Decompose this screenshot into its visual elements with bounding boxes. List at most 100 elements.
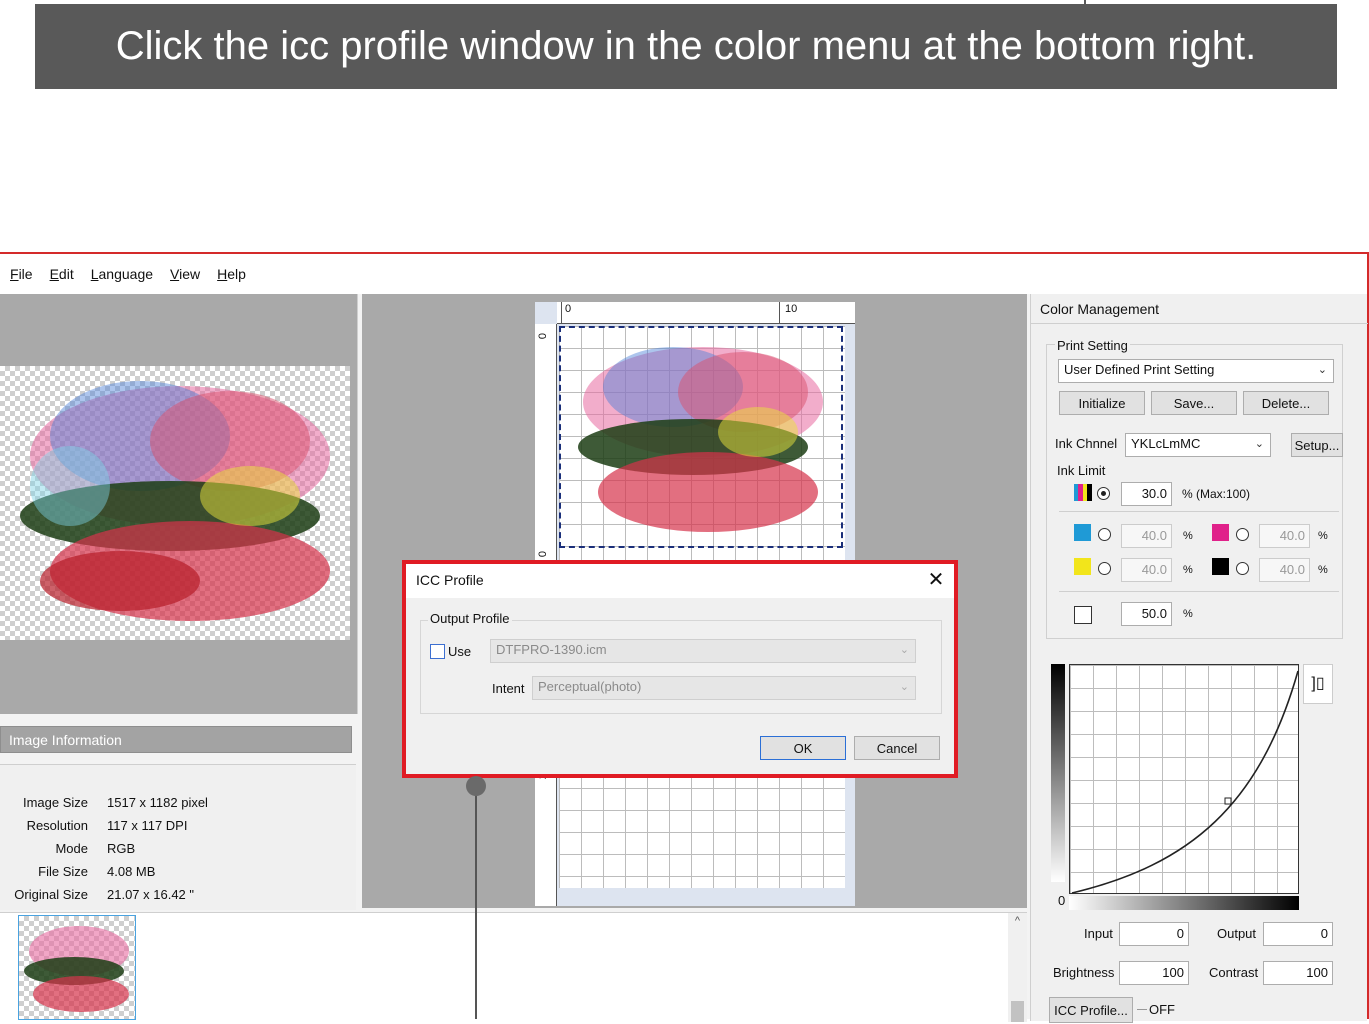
menu-bar: File Edit Language View Help xyxy=(0,254,1367,294)
use-label: Use xyxy=(448,644,472,659)
intent-value: Perceptual(photo) xyxy=(538,679,642,694)
output-profile-label: Output Profile xyxy=(428,611,512,626)
output-field[interactable]: 0 xyxy=(1263,922,1333,946)
divider xyxy=(1031,323,1368,324)
chevron-down-icon: ⌄ xyxy=(1254,438,1264,450)
cyan-swatch xyxy=(1074,524,1091,541)
ruler-label: 0 xyxy=(537,332,550,340)
info-label: Original Size xyxy=(14,887,88,902)
close-icon[interactable]: ✕ xyxy=(924,569,948,593)
color-management-panel: Color Management Print Setting User Defi… xyxy=(1030,294,1368,1023)
save-button[interactable]: Save... xyxy=(1151,391,1237,415)
initialize-button[interactable]: Initialize xyxy=(1059,391,1145,415)
divider xyxy=(1059,511,1339,512)
menu-file[interactable]: File xyxy=(10,266,33,282)
input-gradient xyxy=(1069,896,1299,910)
percent-label: % xyxy=(1183,564,1193,576)
percent-label: % xyxy=(1318,564,1328,576)
ink-total-unit: % (Max:100) xyxy=(1182,487,1251,501)
magenta-radio[interactable] xyxy=(1236,528,1249,541)
callout-line xyxy=(475,788,477,1019)
percent-label: % xyxy=(1183,608,1193,620)
input-label: Input xyxy=(1084,926,1113,941)
black-swatch xyxy=(1212,558,1229,575)
cyan-radio[interactable] xyxy=(1098,528,1111,541)
intent-label: Intent xyxy=(492,681,525,696)
info-row: Mode RGB xyxy=(0,841,356,863)
cancel-button[interactable]: Cancel xyxy=(854,736,940,760)
job-thumbnail[interactable] xyxy=(18,915,136,1020)
contrast-field[interactable]: 100 xyxy=(1263,961,1333,985)
menu-view[interactable]: View xyxy=(170,266,200,282)
menu-language[interactable]: Language xyxy=(91,266,153,282)
ink-total-radio[interactable] xyxy=(1097,487,1110,500)
use-checkbox[interactable] xyxy=(430,644,445,659)
print-setting-select[interactable]: User Defined Print Setting ⌄ xyxy=(1058,359,1334,383)
print-setting-label: Print Setting xyxy=(1055,338,1130,353)
ruler-label: 10 xyxy=(785,303,798,315)
preview-artwork xyxy=(20,381,330,621)
tone-curve-line xyxy=(1071,670,1299,894)
info-value: 117 x 117 DPI xyxy=(107,818,188,833)
info-row: Image Size 1517 x 1182 pixel xyxy=(0,795,356,817)
info-label: Image Size xyxy=(22,795,88,810)
scroll-up-icon[interactable]: ^ xyxy=(1010,915,1025,931)
input-field[interactable]: 0 xyxy=(1119,922,1189,946)
brightness-label: Brightness xyxy=(1053,965,1115,980)
yellow-limit-field[interactable]: 40.0 xyxy=(1121,558,1172,582)
info-row: Original Size 21.07 x 16.42 " xyxy=(0,887,356,909)
output-gradient xyxy=(1051,664,1065,882)
ink-total-field[interactable]: 30.0 xyxy=(1121,482,1172,506)
percent-label: % xyxy=(1183,530,1193,542)
yellow-swatch xyxy=(1074,558,1091,575)
tone-curve[interactable] xyxy=(1069,664,1299,894)
black-limit-field[interactable]: 40.0 xyxy=(1259,558,1310,582)
menu-edit[interactable]: Edit xyxy=(50,266,74,282)
black-radio[interactable] xyxy=(1236,562,1249,575)
dialog-title-bar: ICC Profile xyxy=(406,564,954,598)
cyan-limit-field[interactable]: 40.0 xyxy=(1121,524,1172,548)
brightness-field[interactable]: 100 xyxy=(1119,961,1189,985)
ink-channel-label: Ink Chnnel xyxy=(1055,436,1118,451)
curve-link-icon[interactable]: ]▯ xyxy=(1303,664,1333,704)
ink-channel-select[interactable]: YKLcLmMC ⌄ xyxy=(1125,433,1271,457)
info-label: File Size xyxy=(38,864,88,879)
info-value: 21.07 x 16.42 " xyxy=(107,887,195,902)
icc-profile-button[interactable]: ICC Profile... xyxy=(1049,997,1133,1023)
chevron-down-icon: ⌄ xyxy=(899,681,909,693)
curve-origin-label: 0 xyxy=(1058,893,1066,908)
ruler-tick xyxy=(779,302,780,324)
info-label: Mode xyxy=(55,841,88,856)
profile-select[interactable]: DTFPRO-1390.icm ⌄ xyxy=(490,639,916,663)
chevron-down-icon: ⌄ xyxy=(1317,364,1327,376)
panel-title: Color Management xyxy=(1040,301,1160,317)
selection-box[interactable] xyxy=(559,326,843,548)
magenta-swatch xyxy=(1212,524,1229,541)
percent-label: % xyxy=(1318,530,1328,542)
setup-button[interactable]: Setup... xyxy=(1291,433,1343,457)
icc-profile-dialog: ICC Profile ✕ Output Profile Use DTFPRO-… xyxy=(406,564,954,774)
white-limit-field[interactable]: 50.0 xyxy=(1121,602,1172,626)
preview-panel xyxy=(0,294,358,714)
ink-channel-value: YKLcLmMC xyxy=(1131,436,1201,451)
contrast-label: Contrast xyxy=(1209,965,1259,980)
white-ink-swatch xyxy=(1074,606,1092,624)
dialog-title: ICC Profile xyxy=(416,572,484,588)
intent-select[interactable]: Perceptual(photo) ⌄ xyxy=(532,676,916,700)
delete-button[interactable]: Delete... xyxy=(1243,391,1329,415)
yellow-radio[interactable] xyxy=(1098,562,1111,575)
ruler-top: 0 10 xyxy=(557,302,855,324)
ok-button[interactable]: OK xyxy=(760,736,846,760)
info-value: 4.08 MB xyxy=(107,864,156,879)
instruction-text: Click the icc profile window in the colo… xyxy=(115,24,1257,68)
info-row: Resolution 117 x 117 DPI xyxy=(0,818,356,840)
divider xyxy=(1059,591,1339,592)
info-row: File Size 4.08 MB xyxy=(0,864,356,886)
ink-limit-label: Ink Limit xyxy=(1057,463,1106,478)
menu-help[interactable]: Help xyxy=(217,266,246,282)
info-value: RGB xyxy=(107,841,136,856)
icc-status-connector xyxy=(1137,1009,1147,1010)
magenta-limit-field[interactable]: 40.0 xyxy=(1259,524,1310,548)
profile-value: DTFPRO-1390.icm xyxy=(496,642,607,657)
info-label: Resolution xyxy=(26,818,88,833)
